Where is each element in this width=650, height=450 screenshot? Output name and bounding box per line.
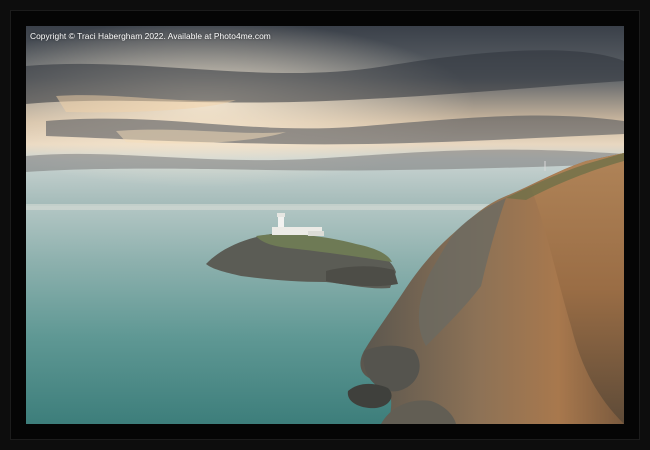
framed-photo[interactable]: Copyright © Traci Habergham 2022. Availa… — [26, 26, 624, 424]
photo-artwork — [26, 26, 624, 424]
picture-frame: Copyright © Traci Habergham 2022. Availa… — [0, 0, 650, 450]
copyright-watermark: Copyright © Traci Habergham 2022. Availa… — [30, 31, 271, 41]
